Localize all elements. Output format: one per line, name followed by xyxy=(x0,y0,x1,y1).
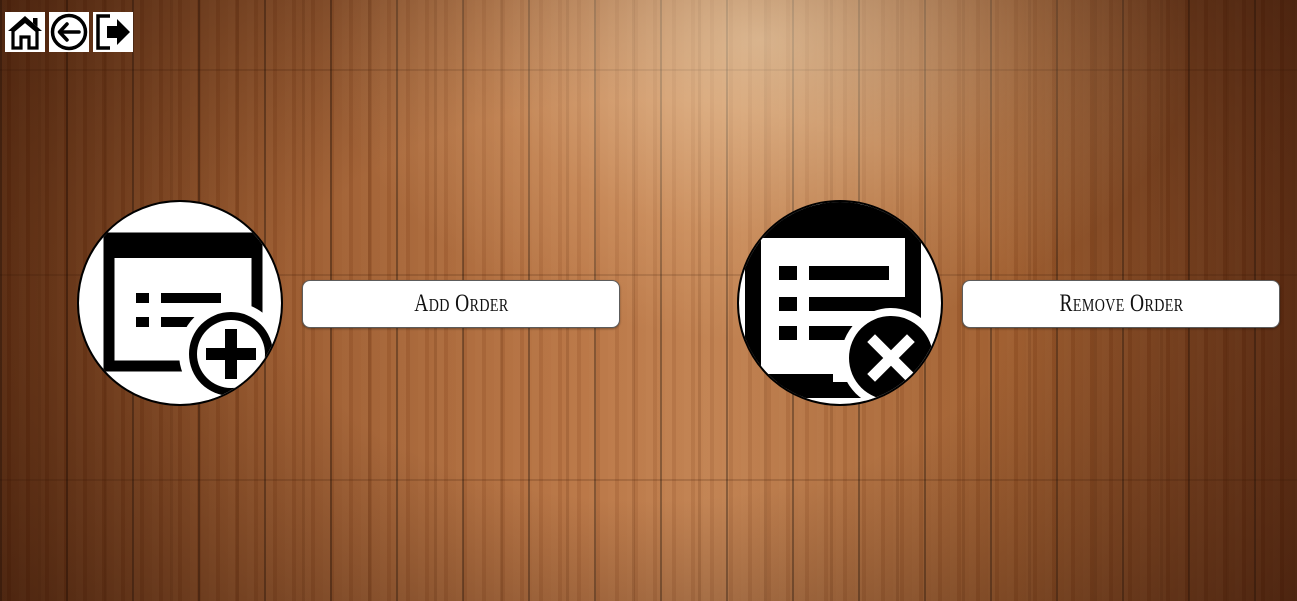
order-remove-icon xyxy=(739,202,941,404)
remove-order-button[interactable]: Remove Order xyxy=(962,280,1280,328)
sign-out-icon xyxy=(96,14,130,50)
back-button[interactable] xyxy=(49,12,89,52)
add-order-icon-button[interactable] xyxy=(77,200,283,406)
top-navigation xyxy=(5,12,133,52)
home-icon xyxy=(8,16,42,50)
arrow-left-circle-icon xyxy=(50,13,88,51)
add-order-button[interactable]: Add Order xyxy=(302,280,620,328)
logout-button[interactable] xyxy=(93,12,133,52)
remove-order-icon-button[interactable] xyxy=(737,200,943,406)
home-button[interactable] xyxy=(5,12,45,52)
add-order-label: Add Order xyxy=(413,290,509,317)
order-add-icon xyxy=(103,232,281,404)
remove-order-label: Remove Order xyxy=(1058,290,1183,317)
